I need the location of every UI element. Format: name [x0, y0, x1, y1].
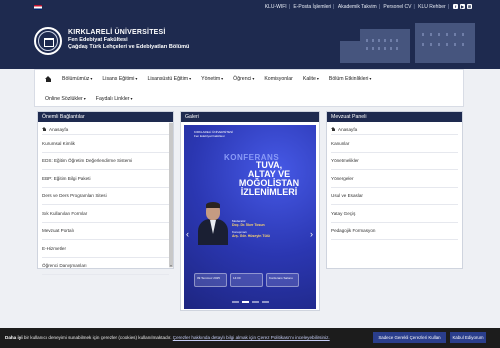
- campus-building-image: [300, 17, 500, 69]
- sitemap-icon[interactable]: ⊞: [467, 4, 472, 9]
- list-item[interactable]: Yatay Geçiş: [331, 205, 458, 223]
- list-item[interactable]: Ders ve Ders Programları Sitesi: [42, 188, 169, 205]
- list-item[interactable]: Yönergeler: [331, 170, 458, 188]
- nav-row-1: Bölümümüz▾ Lisans Eğitimi▾ Lisansüstü Eğ…: [45, 70, 381, 87]
- list-item[interactable]: Kurumsal Kimlik: [42, 135, 169, 153]
- poster-people: Moderatör Doç. Dr. İlker Tosun Konuşmacı…: [232, 219, 270, 238]
- necessary-cookies-button[interactable]: Sadece Gerekli Çerezleri Kullan: [373, 332, 446, 343]
- cookie-policy-link[interactable]: Çerezler hakkında detaylı bilgi almak iç…: [173, 335, 330, 340]
- top-link-takvim[interactable]: Akademik Takvim: [338, 4, 377, 10]
- site-header: KIRKLARELİ ÜNİVERSİTESİ Fen Edebiyat Fak…: [0, 17, 500, 69]
- list-item[interactable]: Kanunlar: [331, 135, 458, 153]
- important-links-list: Anasayfa Kurumsal Kimlik EDS: Eğitim Öğr…: [38, 122, 173, 278]
- scroll-down-icon[interactable]: ▼: [169, 264, 173, 268]
- list-item[interactable]: Anasayfa: [331, 125, 458, 135]
- cookie-text: Daha iyi bir kullanıcı deneyimi sunabilm…: [5, 335, 330, 340]
- faculty-name: Fen Edebiyat Fakültesi: [68, 37, 128, 43]
- scrollbar[interactable]: ▲ ▼: [169, 122, 173, 268]
- scroll-thumb[interactable]: [169, 123, 173, 267]
- top-link-eposta[interactable]: E-Posta İşlemleri: [293, 4, 331, 10]
- home-icon: [42, 126, 47, 132]
- list-item[interactable]: Yönetmelikler: [331, 153, 458, 170]
- nav-item-ogrenci[interactable]: Öğrenci▾: [233, 76, 254, 82]
- nav-item-lisansustu[interactable]: Lisansüstü Eğitim▾: [147, 76, 191, 82]
- carousel-dot[interactable]: [232, 301, 239, 303]
- list-item[interactable]: E-Hizmetler: [42, 240, 169, 258]
- list-item[interactable]: Öğrenci Danışmanları: [42, 258, 169, 275]
- university-logo[interactable]: [34, 27, 62, 55]
- top-link-cv[interactable]: Personel CV: [383, 4, 411, 10]
- nav-item-komisyonlar[interactable]: Komisyonlar: [264, 76, 293, 82]
- list-item[interactable]: EDS: Eğitim Öğretim Değerlendirme Sistem…: [42, 153, 169, 170]
- facebook-icon[interactable]: f: [453, 4, 458, 9]
- poster-details: 09 Temmuz 2025 14:00 Konferans Salonu: [194, 273, 299, 287]
- nav-item-bolumumuz[interactable]: Bölümümüz▾: [62, 76, 92, 82]
- top-link-wifi[interactable]: KLU-WIFI: [265, 4, 287, 10]
- carousel-dot[interactable]: [252, 301, 259, 303]
- poster-time: 14:00: [230, 273, 263, 287]
- top-link-rehber[interactable]: KLU Rehber: [418, 4, 446, 10]
- header-title[interactable]: KIRKLARELİ ÜNİVERSİTESİ Fen Edebiyat Fak…: [68, 29, 189, 50]
- conference-poster[interactable]: KIRKLARELİ ÜNİVERSİTESİ Fen Edebiyat Fak…: [184, 125, 316, 309]
- list-item[interactable]: Pedagojik Formasyon: [331, 223, 458, 240]
- nav-item-yonetim[interactable]: Yönetim▾: [201, 76, 223, 82]
- important-links-panel: Önemli Bağlantılar Anasayfa Kurumsal Kim…: [37, 111, 174, 275]
- carousel-indicators: [232, 301, 269, 303]
- legislation-list: Anasayfa Kanunlar Yönetmelikler Yönergel…: [327, 122, 462, 243]
- top-bar: KLU-WIFI | E-Posta İşlemleri | Akademik Ta…: [0, 0, 500, 17]
- list-item[interactable]: Anasayfa: [42, 125, 169, 135]
- carousel-dot[interactable]: [262, 301, 269, 303]
- poster-org: KIRKLARELİ ÜNİVERSİTESİ Fen Edebiyat Fak…: [194, 130, 234, 138]
- cookie-banner: Daha iyi bir kullanıcı deneyimi sunabilm…: [0, 328, 500, 348]
- home-icon[interactable]: [45, 75, 52, 82]
- list-item[interactable]: Mevzuat Portalı: [42, 223, 169, 240]
- gallery-title: Galeri: [181, 112, 319, 122]
- poster-place: Konferans Salonu: [266, 273, 299, 287]
- carousel-dot[interactable]: [242, 301, 249, 303]
- panel-title: Önemli Bağlantılar: [38, 112, 173, 122]
- prev-arrow-icon[interactable]: ‹: [186, 229, 189, 239]
- poster-date: 09 Temmuz 2025: [194, 273, 227, 287]
- list-item[interactable]: Usul ve Esaslar: [331, 188, 458, 205]
- panel-title: Mevzuat Paneli: [327, 112, 462, 122]
- nav-item-etkinlikler[interactable]: Bölüm Etkinlikleri▾: [329, 76, 372, 82]
- university-name: KIRKLARELİ ÜNİVERSİTESİ: [68, 29, 166, 36]
- nav-item-kalite[interactable]: Kalite▾: [303, 76, 319, 82]
- youtube-icon[interactable]: ▶: [460, 4, 465, 9]
- department-name: Çağdaş Türk Lehçeleri ve Edebiyatları Bö…: [68, 44, 190, 50]
- home-icon: [331, 126, 336, 132]
- poster-headline: TUVA, ALTAY VE MOĞOLİSTAN İZLENİMLERİ: [238, 160, 300, 197]
- gallery-panel: Galeri KIRKLARELİ ÜNİVERSİTESİ Fen Edebi…: [180, 111, 320, 311]
- accept-cookies-button[interactable]: Kabul Ediyorum: [450, 332, 486, 343]
- top-links: KLU-WIFI | E-Posta İşlemleri | Akademik Ta…: [264, 4, 449, 10]
- speaker-photo: [198, 202, 228, 245]
- main-nav: Bölümümüz▾ Lisans Eğitimi▾ Lisansüstü Eğ…: [34, 69, 464, 107]
- nav-item-sozlukler[interactable]: Online Sözlükler▾: [45, 96, 86, 102]
- next-arrow-icon[interactable]: ›: [310, 229, 313, 239]
- list-item[interactable]: Sık Kullanılan Formlar: [42, 205, 169, 223]
- social-icons: f ▶ ⊞: [453, 4, 472, 9]
- nav-item-lisans[interactable]: Lisans Eğitimi▾: [102, 76, 137, 82]
- nav-row-2: Online Sözlükler▾ Faydalı Linkler▾: [45, 90, 143, 107]
- english-flag-icon[interactable]: [34, 5, 42, 10]
- legislation-panel: Mevzuat Paneli Anasayfa Kanunlar Yönetme…: [326, 111, 463, 269]
- list-item[interactable]: EBP: Eğitim Bilgi Paketi: [42, 170, 169, 188]
- nav-item-linkler[interactable]: Faydalı Linkler▾: [96, 96, 133, 102]
